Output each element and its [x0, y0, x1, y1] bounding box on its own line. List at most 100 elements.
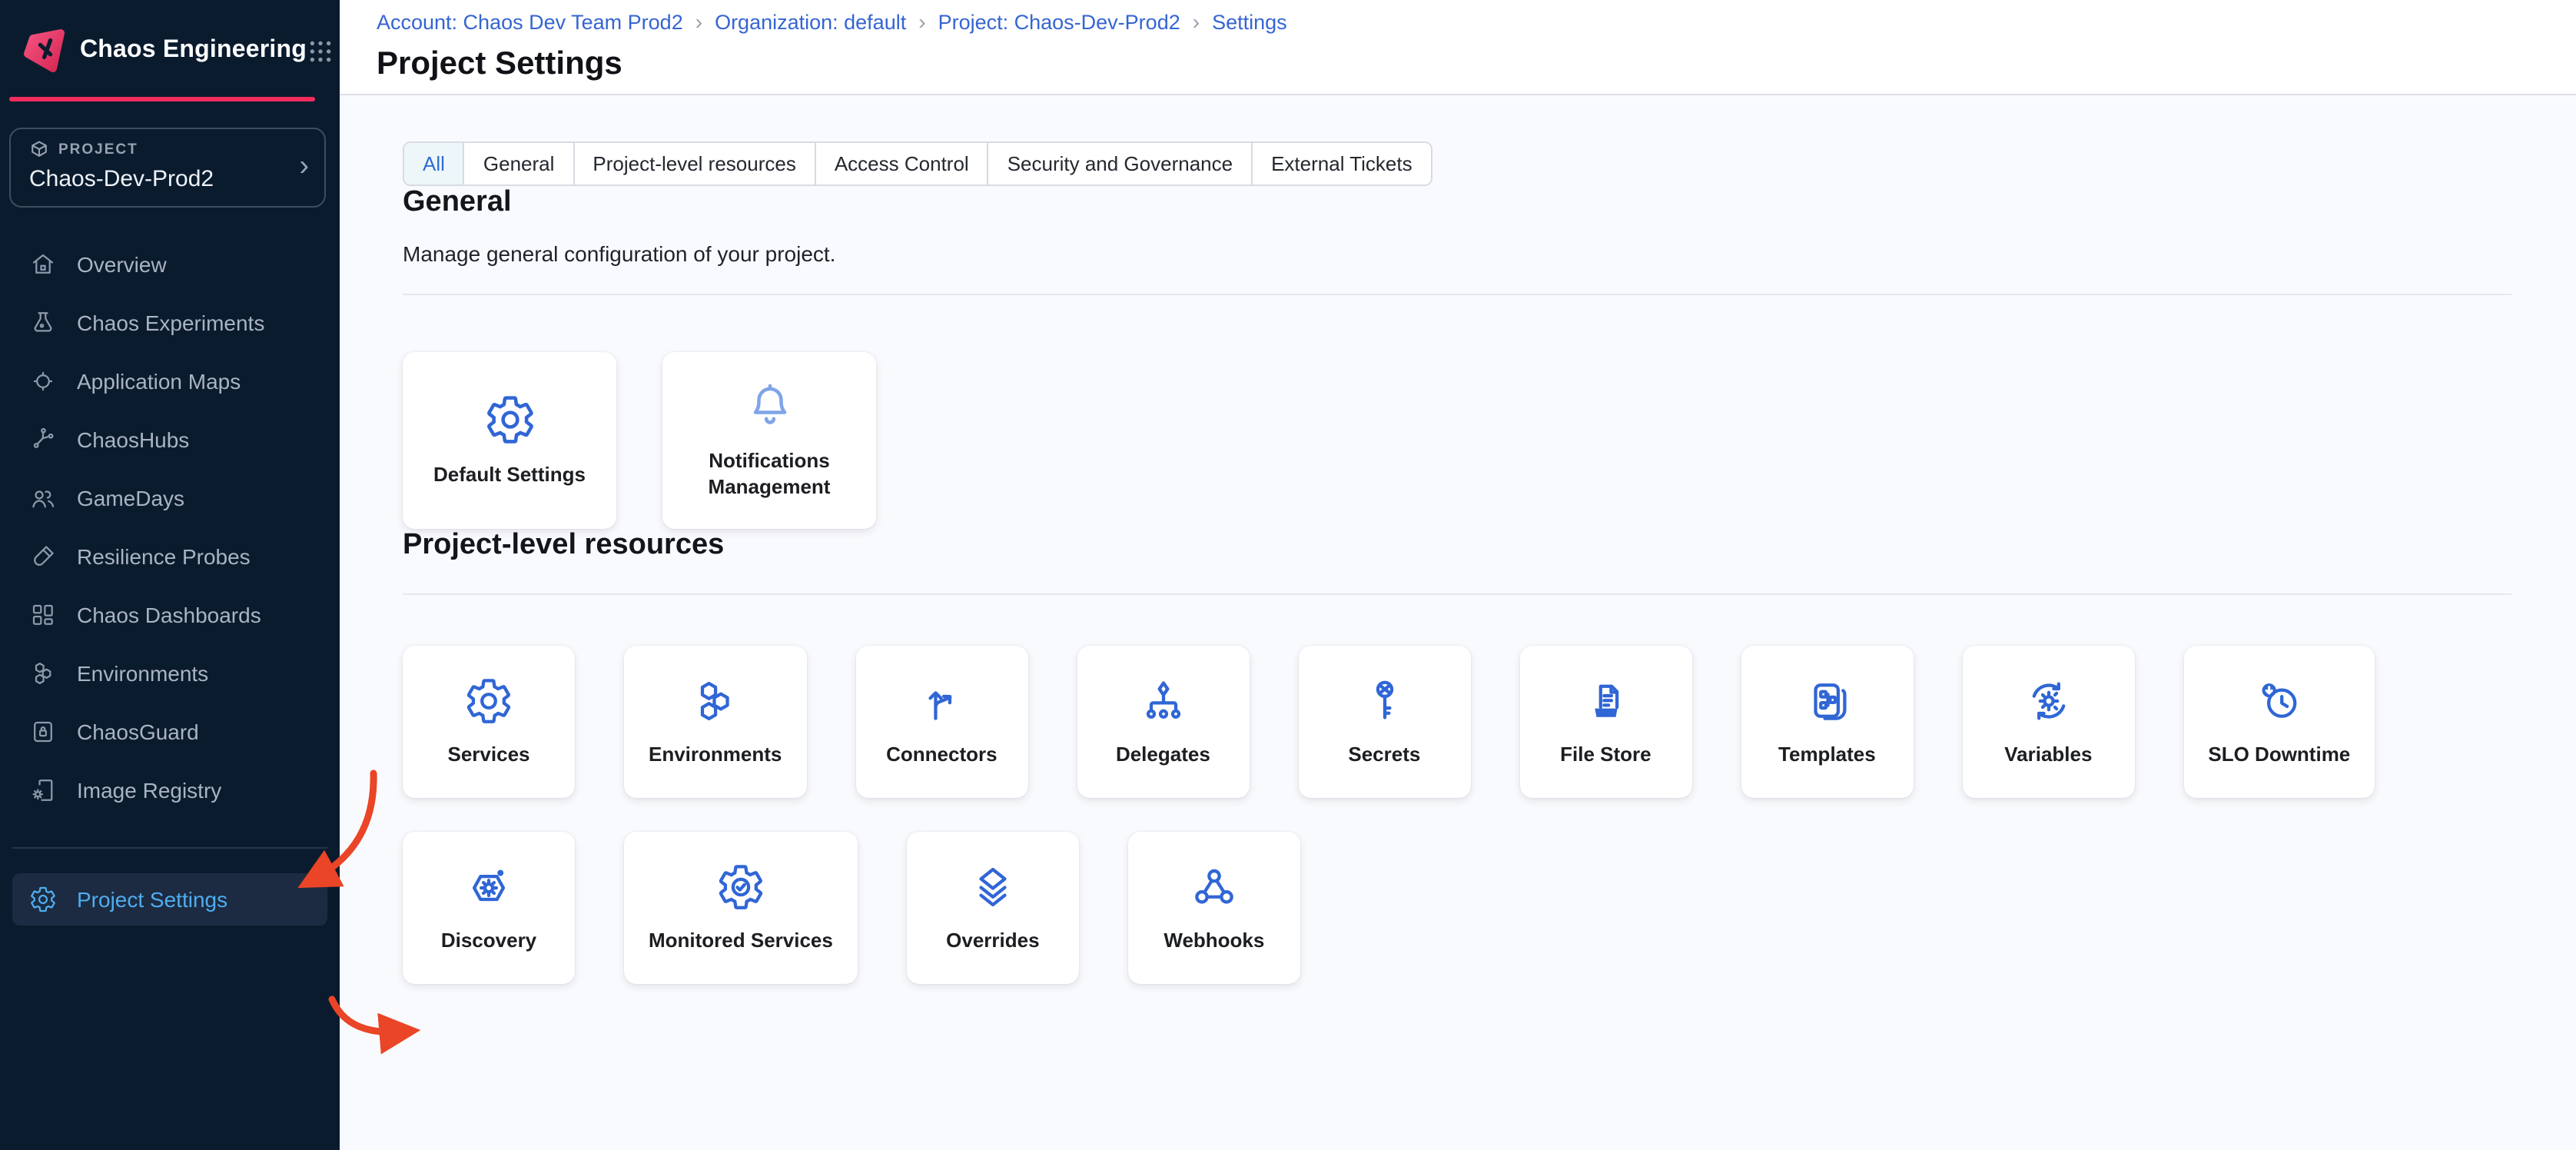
sidebar-logo-row: Chaos Engineering [0, 0, 340, 81]
breadcrumb-settings-link[interactable]: Settings [1212, 10, 1287, 33]
webhook-icon [1190, 862, 1239, 911]
sidebar-item-chaoshubs[interactable]: ChaosHubs [0, 410, 340, 469]
gear-icon [29, 886, 57, 913]
branch-arrows-icon [917, 676, 966, 725]
tab-external-tickets[interactable]: External Tickets [1253, 143, 1431, 184]
card-label: Notifications Management [681, 449, 858, 501]
sidebar-divider [12, 847, 327, 849]
card-discovery[interactable]: Discovery [403, 832, 575, 984]
card-templates[interactable]: Templates [1741, 646, 1913, 798]
card-label: Secrets [1348, 742, 1420, 768]
breadcrumb-account-link[interactable]: Account: Chaos Dev Team Prod2 [377, 10, 683, 33]
page-title: Project Settings [377, 46, 2576, 83]
section-description-general: Manage general configuration of your pro… [403, 241, 2576, 266]
flask-icon [29, 309, 57, 337]
app-root: Chaos Engineering PROJECT Chaos-Dev-Prod… [0, 0, 2576, 1150]
file-tray-icon [1581, 676, 1630, 725]
chevron-right-icon: › [918, 9, 925, 34]
sidebar-item-gamedays[interactable]: GameDays [0, 469, 340, 527]
hexagons-icon [29, 660, 57, 687]
card-environments[interactable]: Environments [624, 646, 806, 798]
sidebar-item-image-registry[interactable]: Image Registry [0, 761, 340, 819]
card-label: Default Settings [433, 462, 586, 488]
card-connectors[interactable]: Connectors [855, 646, 1027, 798]
tab-project-level-resources[interactable]: Project-level resources [574, 143, 815, 184]
sidebar-item-label: Application Maps [77, 369, 241, 394]
sidebar-nav: Overview Chaos Experiments Application M… [0, 235, 340, 819]
sidebar-item-label: Chaos Experiments [77, 311, 264, 335]
home-icon [29, 251, 57, 278]
sidebar-item-chaosguard[interactable]: ChaosGuard [0, 703, 340, 761]
card-notifications-management[interactable]: Notifications Management [662, 352, 876, 529]
lock-icon [29, 718, 57, 746]
card-variables[interactable]: Variables [1962, 646, 2134, 798]
section-title-project-level-resources: Project-level resources [403, 529, 2576, 563]
sidebar-item-application-maps[interactable]: Application Maps [0, 352, 340, 410]
people-icon [29, 484, 57, 512]
card-webhooks[interactable]: Webhooks [1128, 832, 1300, 984]
card-default-settings[interactable]: Default Settings [403, 352, 616, 529]
card-label: Overrides [946, 928, 1039, 954]
card-label: Environments [649, 742, 782, 768]
card-label: SLO Downtime [2208, 742, 2350, 768]
resources-card-row-2: Discovery Monitored Services Overrides W… [403, 832, 2576, 984]
gear-check-icon [716, 862, 765, 911]
project-selector[interactable]: PROJECT Chaos-Dev-Prod2 › [9, 128, 326, 208]
dashboard-grid-icon [29, 601, 57, 629]
breadcrumb-project-link[interactable]: Project: Chaos-Dev-Prod2 [938, 10, 1180, 33]
resources-card-row-1: Services Environments Connectors Delegat… [403, 646, 2576, 798]
sidebar-item-environments[interactable]: Environments [0, 644, 340, 703]
tab-access-control[interactable]: Access Control [816, 143, 989, 184]
card-file-store[interactable]: File Store [1519, 646, 1691, 798]
card-label: Variables [2004, 742, 2092, 768]
section-title-general: General [403, 186, 2576, 220]
general-card-row: Default Settings Notifications Managemen… [403, 352, 2576, 529]
chevron-right-icon: › [299, 151, 309, 181]
settings-filter-tabs: All General Project-level resources Acce… [403, 141, 1432, 186]
sidebar-item-label: ChaosGuard [77, 720, 199, 744]
project-name: Chaos-Dev-Prod2 [29, 166, 284, 192]
sidebar-item-resilience-probes[interactable]: Resilience Probes [0, 527, 340, 586]
card-label: Webhooks [1164, 928, 1264, 954]
breadcrumb-organization-link[interactable]: Organization: default [715, 10, 906, 33]
org-tree-icon [1138, 676, 1187, 725]
card-label: Templates [1778, 742, 1876, 768]
network-icon [29, 426, 57, 454]
card-label: Discovery [441, 928, 536, 954]
page-header: Account: Chaos Dev Team Prod2 › Organiza… [340, 0, 2576, 95]
gear-icon [483, 393, 536, 445]
sidebar-item-chaos-dashboards[interactable]: Chaos Dashboards [0, 586, 340, 644]
tab-general[interactable]: General [465, 143, 575, 184]
chevron-right-icon: › [1193, 9, 1200, 34]
card-overrides[interactable]: Overrides [907, 832, 1079, 984]
target-icon [29, 367, 57, 395]
card-label: Connectors [886, 742, 997, 768]
chevron-right-icon: › [695, 9, 702, 34]
project-label: PROJECT [58, 141, 138, 158]
module-grid-icon[interactable] [307, 38, 333, 64]
sidebar-item-project-settings[interactable]: Project Settings [12, 873, 327, 926]
card-label: Monitored Services [649, 928, 833, 954]
card-delegates[interactable]: Delegates [1077, 646, 1249, 798]
sidebar-item-label: Chaos Dashboards [77, 603, 261, 627]
card-services[interactable]: Services [403, 646, 575, 798]
accent-divider [9, 97, 315, 101]
card-secrets[interactable]: Secrets [1298, 646, 1470, 798]
bell-icon [743, 380, 795, 432]
sidebar-item-label: Overview [77, 252, 167, 277]
registry-icon [29, 776, 57, 804]
sidebar-item-chaos-experiments[interactable]: Chaos Experiments [0, 294, 340, 352]
sidebar-item-label: Resilience Probes [77, 544, 251, 569]
settings-content: All General Project-level resources Acce… [340, 95, 2576, 1150]
section-divider [403, 593, 2511, 595]
template-pages-icon [1802, 676, 1851, 725]
tab-security-and-governance[interactable]: Security and Governance [989, 143, 1253, 184]
card-monitored-services[interactable]: Monitored Services [624, 832, 858, 984]
card-slo-downtime[interactable]: SLO Downtime [2183, 646, 2375, 798]
tab-all[interactable]: All [404, 143, 465, 184]
hexagon-gear-icon [464, 862, 513, 911]
main-area: Account: Chaos Dev Team Prod2 › Organiza… [340, 0, 2576, 1150]
sidebar-item-overview[interactable]: Overview [0, 235, 340, 294]
sidebar-item-label: ChaosHubs [77, 427, 189, 452]
harness-logo-icon [20, 28, 66, 74]
